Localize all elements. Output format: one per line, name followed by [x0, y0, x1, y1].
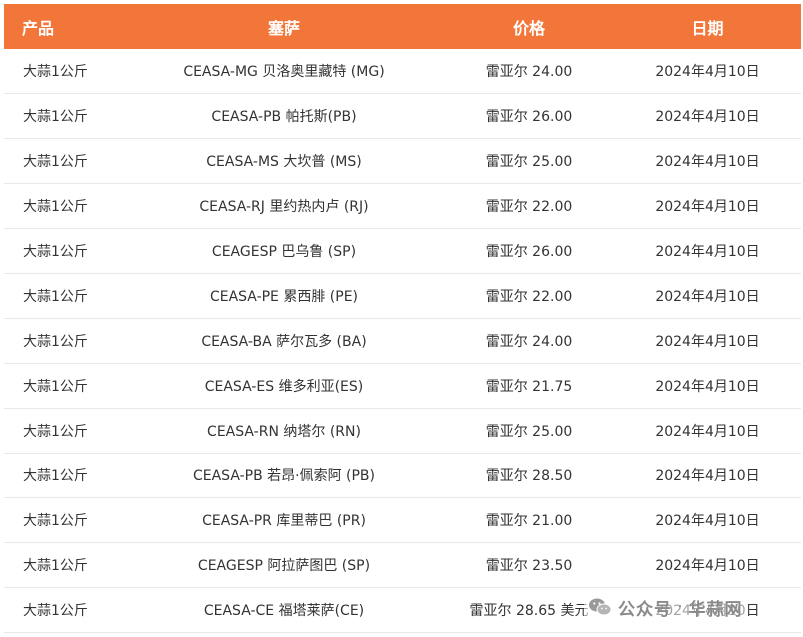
cell-product: 大蒜1公斤 [23, 513, 88, 530]
watermark: 公众号 · 华蒜网 [584, 594, 747, 620]
cell-ceasa: CEASA-ES 维多利亚(ES) [204, 378, 364, 395]
cell-product: 大蒜1公斤 [23, 378, 88, 395]
table-row: 大蒜1公斤 CEASA-BA 萨尔瓦多 (BA) 雷亚尔 24.00 2024年4月1… [4, 318, 801, 364]
cell-product: 大蒜1公斤 [23, 333, 88, 350]
table-row: 大蒜1公斤 CEASA-PE 累西腓 (PE) 雷亚尔 22.00 2024年4月10… [4, 273, 801, 319]
cell-price: 雷亚尔 26.00 [485, 109, 573, 126]
cell-ceasa: CEASA-RN 纳塔尔 (RN) [207, 423, 361, 440]
table-row: 大蒜1公斤 CEASA-ES 维多利亚(ES) 雷亚尔 21.75 2024年4月10… [4, 363, 801, 409]
cell-date: 2024年4月10日 [655, 423, 760, 440]
cell-date: 2024年4月10日 [655, 468, 760, 485]
cell-ceasa: CEASA-CE 福塔莱萨(CE) [203, 603, 365, 620]
cell-product: 大蒜1公斤 [23, 603, 88, 620]
watermark-name: 华蒜网 [688, 599, 743, 620]
cell-price: 雷亚尔 22.00 [485, 288, 573, 305]
price-table: 产品 塞萨 价格 日期 大蒜1公斤 CEASA-MG 贝洛奥里藏特 (MG) 雷亚尔… [4, 4, 801, 633]
cell-date: 2024年4月10日 [655, 154, 760, 171]
cell-price: 雷亚尔 25.00 [485, 423, 573, 440]
cell-ceasa: CEASA-MS 大坎普 (MS) [206, 154, 362, 171]
cell-date: 2024年4月10日 [655, 288, 760, 305]
cell-product: 大蒜1公斤 [23, 109, 88, 126]
table-row: 大蒜1公斤 CEASA-PB 帕托斯(PB) 雷亚尔 26.00 2024年4月10日 [4, 94, 801, 139]
table-row: 大蒜1公斤 CEAGESP 阿拉萨图巴 (SP) 雷亚尔 23.50 2024年4月1… [4, 543, 801, 588]
table-row: 大蒜1公斤 CEASA-PB 若昂·佩索阿 (PB) 雷亚尔 28.50 2024年4… [4, 453, 801, 498]
cell-date: 2024年4月10日 [655, 244, 760, 260]
cell-date: 2024年4月10日 [655, 558, 760, 575]
table-row: 大蒜1公斤 CEAGESP 巴乌鲁 (SP) 雷亚尔 26.00 2024年4月10日 [4, 229, 801, 274]
cell-ceasa: CEASA-PR 库里蒂巴 (PR) [202, 513, 366, 530]
cell-ceasa: CEASA-PB 帕托斯(PB) [211, 109, 357, 126]
cell-date: 2024年4月10日 [655, 64, 760, 81]
cell-ceasa: CEAGESP 巴乌鲁 (SP) [211, 244, 357, 260]
table-row: 大蒜1公斤 CEASA-RN 纳塔尔 (RN) 雷亚尔 25.00 2024年4月10… [4, 408, 801, 454]
cell-date: 2024年4月10日 [655, 199, 760, 216]
cell-date: 2024年4月10日 [655, 513, 760, 530]
watermark-separator: · [678, 599, 683, 615]
cell-ceasa: CEASA-MG 贝洛奥里藏特 (MG) [183, 64, 385, 81]
cell-price: 雷亚尔 24.00 [485, 333, 573, 350]
cell-price: 雷亚尔 22.00 [485, 199, 573, 216]
cell-product: 大蒜1公斤 [23, 64, 88, 81]
table-row: 大蒜1公斤 CEASA-MS 大坎普 (MS) 雷亚尔 25.00 2024年4月10… [4, 139, 801, 184]
cell-ceasa: CEASA-RJ 里约热内卢 (RJ) [199, 199, 369, 216]
cell-price: 雷亚尔 28.50 [485, 468, 573, 485]
cell-product: 大蒜1公斤 [23, 199, 88, 216]
page: 产品 塞萨 价格 日期 大蒜1公斤 CEASA-MG 贝洛奥里藏特 (MG) 雷亚尔… [0, 0, 803, 637]
cell-date: 2024年4月10日 [655, 333, 760, 350]
cell-price: 雷亚尔 23.50 [485, 558, 573, 575]
cell-product: 大蒜1公斤 [23, 154, 88, 171]
cell-ceasa: CEASA-BA 萨尔瓦多 (BA) [201, 333, 367, 350]
watermark-source: 公众号 [618, 599, 672, 620]
table-body: 大蒜1公斤 CEASA-MG 贝洛奥里藏特 (MG) 雷亚尔 24.00 2024年4… [4, 49, 801, 633]
table-row: 大蒜1公斤 CEASA-MG 贝洛奥里藏特 (MG) 雷亚尔 24.00 2024年4… [4, 49, 801, 94]
header-date[interactable]: 日期 [614, 4, 801, 49]
cell-price: 雷亚尔 21.00 [485, 513, 573, 530]
cell-ceasa: CEAGESP 阿拉萨图巴 (SP) [197, 558, 371, 575]
wechat-icon [588, 597, 612, 617]
cell-product: 大蒜1公斤 [23, 468, 88, 485]
cell-product: 大蒜1公斤 [23, 244, 88, 260]
cell-ceasa: CEASA-PB 若昂·佩索阿 (PB) [192, 468, 376, 485]
cell-price: 雷亚尔 26.00 [485, 244, 573, 260]
cell-ceasa: CEASA-PE 累西腓 (PE) [209, 288, 359, 305]
header-product[interactable]: 产品 [4, 4, 124, 49]
header-row: 产品 塞萨 价格 日期 [4, 4, 801, 49]
table-header: 产品 塞萨 价格 日期 [4, 4, 801, 49]
cell-date: 2024年4月10日 [655, 378, 760, 395]
cell-product: 大蒜1公斤 [23, 558, 88, 575]
header-ceasa[interactable]: 塞萨 [124, 4, 444, 49]
cell-date: 2024年4月10日 [655, 109, 760, 126]
cell-price: 雷亚尔 24.00 [485, 64, 573, 81]
cell-price: 雷亚尔 21.75 [485, 378, 573, 395]
header-price[interactable]: 价格 [444, 4, 614, 49]
cell-product: 大蒜1公斤 [23, 288, 88, 305]
cell-price: 雷亚尔 25.00 [485, 154, 573, 171]
table-row: 大蒜1公斤 CEASA-PR 库里蒂巴 (PR) 雷亚尔 21.00 2024年4月1… [4, 498, 801, 543]
cell-product: 大蒜1公斤 [23, 423, 88, 440]
table-row: 大蒜1公斤 CEASA-RJ 里约热内卢 (RJ) 雷亚尔 22.00 2024年4月… [4, 184, 801, 229]
